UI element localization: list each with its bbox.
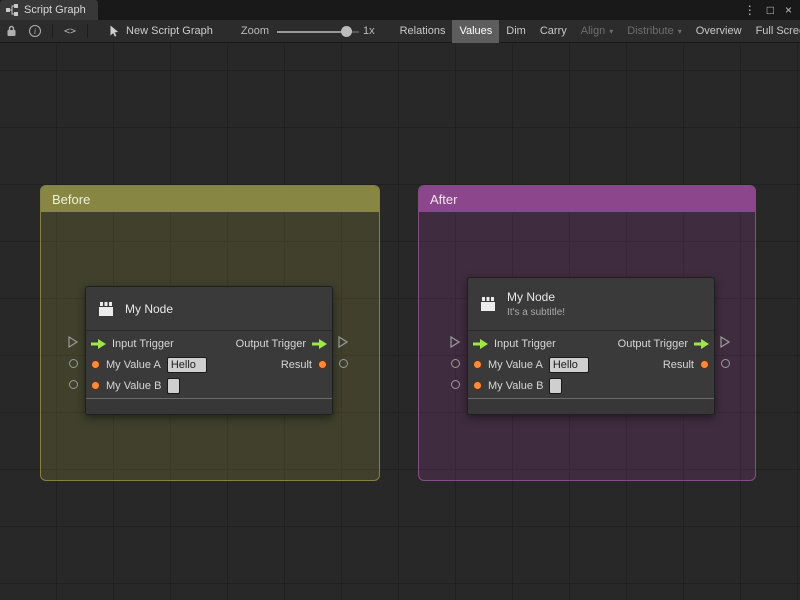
group-after-header[interactable]: After: [419, 186, 755, 212]
external-trigger-port-icon[interactable]: [450, 336, 460, 348]
port-row-trigger: Input Trigger Output Trigger: [468, 333, 714, 354]
node-footer: [468, 398, 714, 414]
overview-button[interactable]: Overview: [689, 20, 749, 43]
trigger-output-port-icon[interactable]: [694, 338, 709, 349]
pointer-icon: [110, 25, 119, 37]
relations-button[interactable]: Relations: [393, 20, 453, 43]
zoom-control: Zoom 1x: [241, 20, 393, 43]
graph-name-label: New Script Graph: [126, 25, 213, 37]
port-row-value-b: My Value B: [468, 375, 714, 396]
value-output-port-icon[interactable]: [318, 360, 327, 369]
node-subtitle: It's a subtitle!: [507, 307, 566, 318]
zoom-label: Zoom: [240, 25, 269, 37]
info-icon[interactable]: i: [23, 20, 47, 43]
group-before-header[interactable]: Before: [41, 186, 379, 212]
maximize-icon[interactable]: □: [767, 4, 774, 16]
toolbar-separator: [87, 24, 89, 38]
dim-button[interactable]: Dim: [499, 20, 533, 43]
graph-breadcrumb[interactable]: New Script Graph: [109, 25, 213, 37]
window-tab-bar: Script Graph ⋮ □ ×: [0, 0, 800, 20]
port-label: Output Trigger: [235, 337, 306, 350]
trigger-input-port-icon[interactable]: [473, 338, 488, 349]
node-port-rows: Input Trigger Output Trigger My Value A: [468, 331, 714, 398]
port-label: Input Trigger: [494, 337, 556, 350]
kebab-menu-icon[interactable]: ⋮: [744, 4, 756, 16]
tab-script-graph[interactable]: Script Graph: [0, 0, 98, 20]
external-value-port-icon[interactable]: [451, 359, 460, 368]
script-graph-icon: [6, 4, 18, 16]
trigger-input-port-icon[interactable]: [91, 338, 106, 349]
external-trigger-port-icon[interactable]: [338, 336, 348, 348]
port-label: My Value A: [488, 358, 543, 371]
value-b-field[interactable]: [167, 377, 181, 394]
port-label: Result: [280, 358, 312, 371]
value-output-port-icon[interactable]: [700, 360, 709, 369]
graph-canvas[interactable]: Before My Node Input Trigger Output Trig…: [0, 43, 800, 600]
port-row-trigger: Input Trigger Output Trigger: [86, 333, 332, 354]
trigger-output-port-icon[interactable]: [312, 338, 327, 349]
node-title: My Node: [125, 301, 174, 316]
fullscreen-button[interactable]: Full Screen: [749, 20, 800, 43]
tab-title: Script Graph: [24, 4, 86, 16]
node-footer: [86, 398, 332, 414]
external-value-port-icon[interactable]: [69, 359, 78, 368]
port-label: My Value B: [106, 379, 162, 392]
node-title: My Node: [507, 290, 556, 304]
zoom-slider[interactable]: [276, 20, 359, 43]
external-value-port-icon[interactable]: [69, 380, 78, 389]
close-icon[interactable]: ×: [785, 4, 792, 16]
port-row-value-a: My Value A Result: [86, 354, 332, 375]
port-label: Input Trigger: [112, 337, 174, 350]
carry-button[interactable]: Carry: [533, 20, 574, 43]
value-a-field[interactable]: [548, 356, 589, 373]
port-label: My Value B: [488, 379, 544, 392]
external-trigger-port-icon[interactable]: [720, 336, 730, 348]
node-my-node-before[interactable]: My Node Input Trigger Output Trigger My …: [85, 286, 333, 415]
node-header[interactable]: My Node: [86, 287, 332, 331]
zoom-slider-fill: [276, 30, 345, 33]
port-label: Output Trigger: [617, 337, 688, 350]
node-my-node-after[interactable]: My Node It's a subtitle! Input Trigger O…: [467, 277, 715, 415]
zoom-slider-knob[interactable]: [340, 25, 352, 37]
value-input-port-icon[interactable]: [91, 381, 100, 390]
align-button[interactable]: Align ▾: [574, 20, 620, 43]
external-value-port-icon[interactable]: [451, 380, 460, 389]
external-value-port-icon[interactable]: [721, 359, 730, 368]
zoom-value: 1x: [362, 25, 375, 37]
distribute-button[interactable]: Distribute ▾: [620, 20, 688, 43]
lock-icon[interactable]: [0, 20, 23, 43]
node-header[interactable]: My Node It's a subtitle!: [468, 278, 714, 331]
dropdown-caret-icon: ▾: [609, 26, 614, 36]
dropdown-caret-icon: ▾: [677, 26, 682, 36]
values-button[interactable]: Values: [452, 19, 500, 43]
node-port-rows: Input Trigger Output Trigger My Value A: [86, 331, 332, 398]
external-trigger-port-icon[interactable]: [68, 336, 78, 348]
toolbar-separator: [52, 24, 53, 38]
port-label: Result: [662, 358, 694, 371]
value-input-port-icon[interactable]: [473, 360, 482, 369]
value-b-field[interactable]: [549, 377, 563, 394]
port-label: My Value A: [106, 358, 161, 371]
port-row-value-a: My Value A Result: [468, 354, 714, 375]
graph-toolbar: i <> New Script Graph Zoom 1x Relations …: [0, 19, 800, 43]
node-icon: [99, 301, 113, 316]
group-title: Before: [52, 191, 91, 207]
code-icon[interactable]: <>: [58, 20, 82, 43]
value-input-port-icon[interactable]: [473, 381, 482, 390]
value-input-port-icon[interactable]: [91, 360, 100, 369]
port-row-value-b: My Value B: [86, 375, 332, 396]
node-icon: [481, 297, 495, 311]
value-a-field[interactable]: [166, 356, 207, 373]
group-title: After: [430, 191, 458, 207]
external-value-port-icon[interactable]: [339, 359, 348, 368]
